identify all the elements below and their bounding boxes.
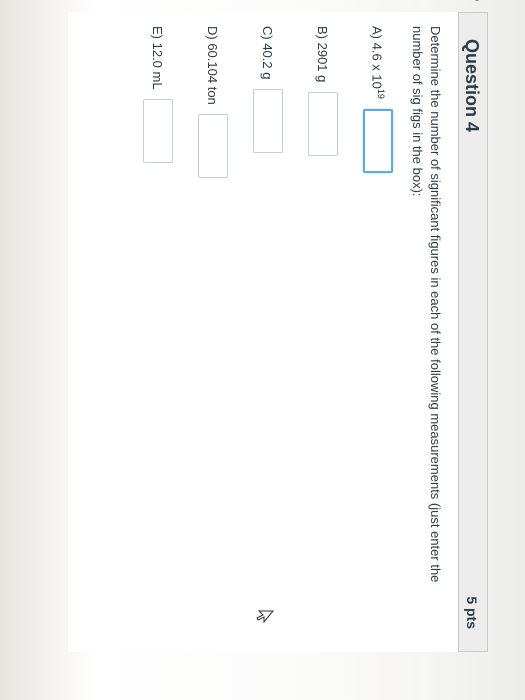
measurement-d: D) 60.104 ton: [198, 26, 228, 179]
question-prompt: Determine the number of significant figu…: [410, 26, 443, 583]
measurement-a-label: A) 4.6 x 1019: [370, 26, 386, 99]
measurement-c: C) 40.2 g: [253, 26, 283, 154]
measurement-a-base: A) 4.6 x 10: [369, 26, 385, 89]
question-title: Question 4: [462, 39, 482, 133]
answer-b-input[interactable]: [308, 92, 338, 156]
question-points: 5 pts: [464, 596, 480, 629]
measurement-b: B) 2901 g: [308, 26, 338, 156]
question-header: Question 4 5 pts: [458, 0, 488, 652]
measurement-a-exponent: 19: [376, 88, 387, 99]
measurement-b-label: B) 2901 g: [315, 26, 331, 83]
mouse-pointer-icon: [256, 610, 274, 624]
answer-d-input[interactable]: [198, 114, 228, 179]
answer-c-input[interactable]: [253, 89, 283, 154]
measurement-d-label: D) 60.104 ton: [205, 26, 221, 105]
flag-icon[interactable]: [470, 0, 484, 1]
measurement-e: E) 12.0 mL: [143, 26, 173, 164]
measurement-c-label: C) 40.2 g: [260, 26, 276, 80]
answer-a-input[interactable]: [363, 108, 393, 173]
answer-e-input[interactable]: [143, 99, 173, 164]
measurement-e-label: E) 12.0 mL: [150, 26, 166, 90]
question-card: Question 4 5 pts Determine the number of…: [68, 0, 488, 652]
measurement-a: A) 4.6 x 1019: [363, 26, 393, 173]
